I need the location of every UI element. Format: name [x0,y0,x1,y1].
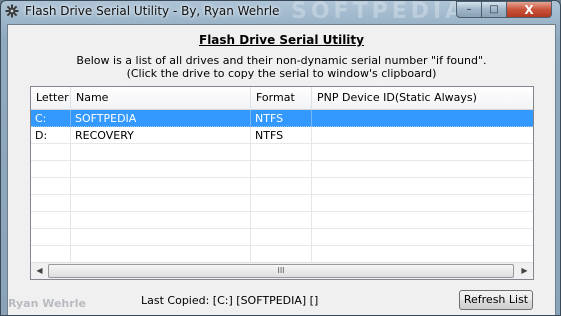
close-button[interactable]: X [506,1,552,18]
app-window: SOFTPEDIA Flash Drive Serial Utility - B… [0,0,561,316]
empty-row [31,212,533,229]
table-row[interactable]: D: RECOVERY NTFS [31,127,533,144]
scroll-thumb[interactable]: III [48,264,514,278]
drive-list[interactable]: Letter Name Format PNP Device ID(Static … [30,86,534,280]
empty-cell [251,144,312,161]
empty-cell [71,161,251,178]
cell-name: RECOVERY [71,127,251,144]
empty-cell [251,178,312,195]
empty-row [31,144,533,161]
empty-cell [31,144,71,161]
empty-cell [71,178,251,195]
empty-cell [31,229,71,246]
description-line-1: Below is a list of all drives and their … [76,54,487,67]
empty-cell [251,212,312,229]
cell-letter: D: [31,127,71,144]
cell-name: SOFTPEDIA [71,110,251,127]
empty-cell [31,212,71,229]
empty-row [31,195,533,212]
cell-format: NTFS [251,110,312,127]
column-header-format[interactable]: Format [251,87,312,109]
scroll-left-icon[interactable]: ◀ [31,263,48,279]
empty-row [31,246,533,263]
refresh-list-button[interactable]: Refresh List [459,290,533,310]
column-header-name[interactable]: Name [71,87,251,109]
page-title: Flash Drive Serial Utility [199,33,364,47]
watermark: SOFTPEDIA [291,0,467,24]
cell-pnp [312,127,533,144]
last-copied-status: Last Copied: [C:] [SOFTPEDIA] [] [141,294,319,307]
cell-format: NTFS [251,127,312,144]
empty-cell [251,229,312,246]
scroll-right-icon[interactable]: ▶ [516,263,533,279]
minimize-icon: – [466,4,472,15]
title-bar[interactable]: SOFTPEDIA Flash Drive Serial Utility - B… [1,0,560,24]
empty-cell [71,246,251,263]
empty-cell [31,195,71,212]
minimize-button[interactable]: – [456,1,482,18]
cell-pnp [312,110,533,127]
maximize-icon: □ [489,4,499,15]
description-line-2: (Click the drive to copy the serial to w… [126,67,437,80]
empty-row [31,178,533,195]
empty-cell [71,144,251,161]
window-title: Flash Drive Serial Utility - By, Ryan We… [25,4,280,18]
table-row[interactable]: C: SOFTPEDIA NTFS [31,110,533,127]
author-label: Ryan Wehrle [8,297,86,310]
empty-cell [71,195,251,212]
empty-cell [31,178,71,195]
empty-row [31,161,533,178]
cell-letter: C: [31,110,71,127]
empty-cell [251,246,312,263]
empty-cell [251,195,312,212]
maximize-button[interactable]: □ [481,1,507,18]
empty-cell [31,246,71,263]
empty-cell [251,161,312,178]
empty-row [31,229,533,246]
horizontal-scrollbar[interactable]: ◀ III ▶ [31,262,533,279]
list-header: Letter Name Format PNP Device ID(Static … [31,87,533,110]
column-header-letter[interactable]: Letter [31,87,71,109]
empty-cell [31,161,71,178]
app-gear-icon[interactable] [5,4,19,18]
close-icon: X [524,2,534,17]
empty-cell [71,229,251,246]
empty-cell [71,212,251,229]
column-header-pnp[interactable]: PNP Device ID(Static Always) [312,87,533,109]
scroll-grip-icon: III [277,266,285,275]
client-area: Flash Drive Serial Utility Below is a li… [7,24,556,315]
